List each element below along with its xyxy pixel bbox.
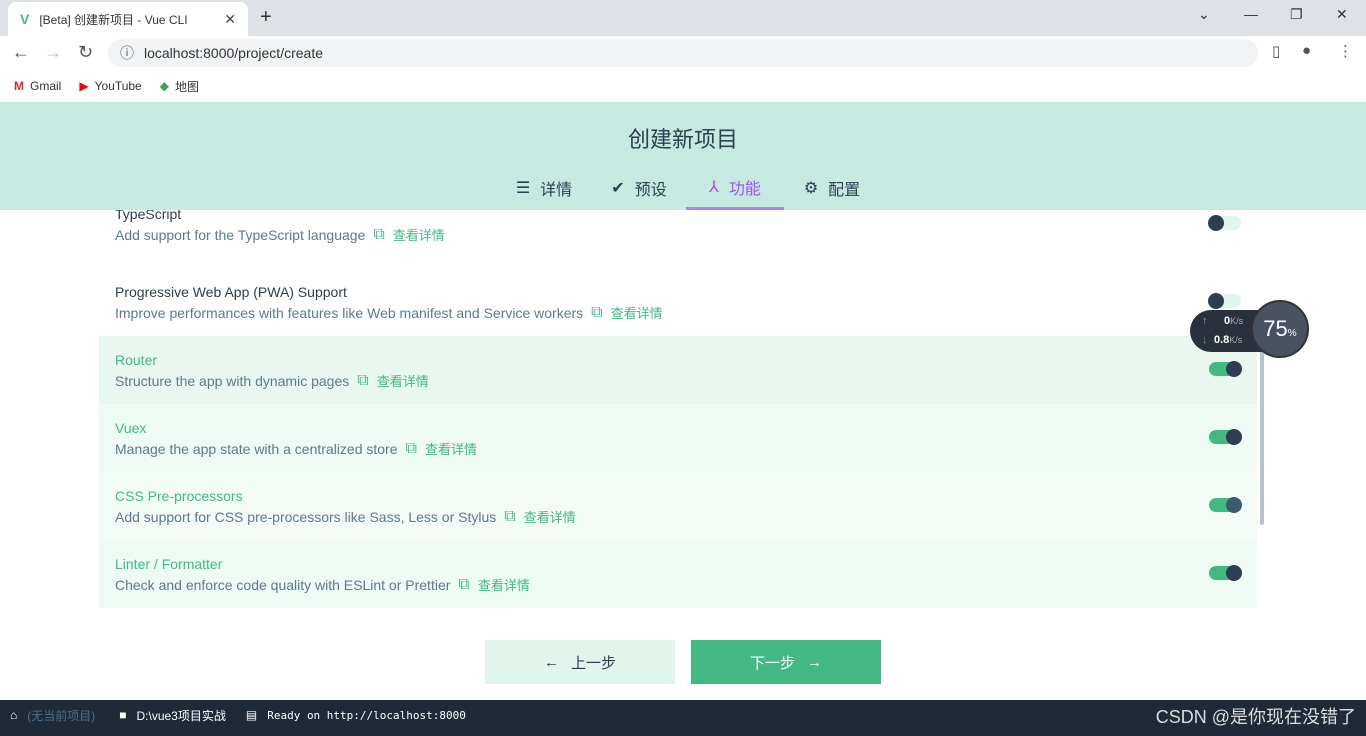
feature-desc: Add support for the TypeScript language [115, 226, 366, 243]
bookmark-gmail[interactable]: M Gmail [14, 79, 61, 93]
profile-icon[interactable]: ● [1302, 42, 1311, 59]
feature-desc: Improve performances with features like … [115, 304, 584, 321]
feature-desc: Structure the app with dynamic pages [115, 372, 350, 389]
feature-toggle[interactable] [1208, 215, 1241, 231]
watermark: CSDN @是你现在没错了 [1155, 707, 1356, 727]
feature-desc: Manage the app state with a centralized … [115, 440, 398, 457]
tab-config[interactable]: ⚙ 配置 [784, 166, 880, 210]
log-message[interactable]: Ready on http://localhost:8000 [267, 709, 466, 722]
next-button[interactable]: 下一步 → [691, 640, 881, 684]
browser-tab-bar: V [Beta] 创建新项目 - Vue CLI ✕ + ⌄ — ❐ ✕ [0, 0, 1366, 36]
youtube-icon: ▶ [79, 79, 89, 93]
forward-icon[interactable]: → [44, 42, 62, 63]
feature-title: Router [115, 352, 158, 368]
browser-toolbar: ← → ↻ ⓘ localhost:8000/project/create ▯ … [0, 36, 1366, 70]
tab-details[interactable]: ☰ 详情 [496, 166, 592, 210]
feature-pwa[interactable]: Progressive Web App (PWA) Support Improv… [99, 268, 1257, 336]
gear-icon: ⚙ [803, 180, 819, 197]
feature-vuex[interactable]: Vuex Manage the app state with a central… [99, 404, 1257, 472]
menu-icon[interactable]: ⋮ [1338, 42, 1353, 60]
cpu-gauge[interactable]: 75% [1251, 300, 1309, 358]
tab-presets[interactable]: ✔ 预设 [592, 166, 686, 210]
current-project[interactable]: (无当前项目) [27, 707, 95, 724]
feature-toggle[interactable] [1209, 565, 1242, 581]
feature-title: CSS Pre-processors [115, 488, 243, 504]
taskbar [0, 730, 1366, 736]
current-folder[interactable]: D:\vue3项目实战 [137, 707, 226, 724]
feature-title: Linter / Formatter [115, 556, 223, 572]
fork-icon: ⅄ [709, 178, 719, 196]
bookmark-maps[interactable]: ◆ 地图 [160, 78, 199, 95]
feature-typescript[interactable]: TypeScript Add support for the TypeScrip… [99, 210, 1257, 258]
feature-toggle[interactable] [1209, 361, 1242, 377]
more-info-link[interactable]: 查看详情 [377, 371, 429, 390]
external-link-icon[interactable]: ⧉ [406, 440, 417, 458]
page-title: 创建新项目 [627, 127, 738, 152]
feature-list: TypeScript Add support for the TypeScrip… [0, 210, 1366, 620]
close-window-icon[interactable]: ✕ [1336, 6, 1348, 23]
sidebar-icon[interactable]: ▯ [1272, 42, 1280, 60]
feature-desc: Add support for CSS pre-processors like … [115, 508, 497, 525]
maps-icon: ◆ [159, 79, 169, 93]
more-info-link[interactable]: 查看详情 [478, 575, 530, 594]
tab-features[interactable]: ⅄ 功能 [686, 166, 784, 210]
close-tab-icon[interactable]: ✕ [224, 11, 236, 28]
feature-desc: Check and enforce code quality with ESLi… [115, 576, 451, 593]
external-link-icon[interactable]: ⧉ [504, 508, 515, 526]
more-info-link[interactable]: 查看详情 [524, 507, 576, 526]
feature-toggle[interactable] [1209, 429, 1242, 445]
menu-lines-icon: ☰ [515, 180, 531, 197]
info-icon: ⓘ [120, 45, 134, 61]
back-icon[interactable]: ← [12, 42, 30, 63]
scrollbar[interactable] [1260, 340, 1264, 525]
tab-title: [Beta] 创建新项目 - Vue CLI [39, 12, 188, 27]
check-circle-icon: ✔ [611, 180, 625, 197]
step-tabs: ☰ 详情 ✔ 预设 ⅄ 功能 ⚙ 配置 [496, 166, 880, 210]
home-icon[interactable]: ⌂ [10, 708, 17, 722]
more-info-link[interactable]: 查看详情 [393, 225, 445, 244]
arrow-left-icon: ← [543, 653, 559, 671]
feature-router[interactable]: Router Structure the app with dynamic pa… [99, 336, 1257, 404]
feature-css-preprocessors[interactable]: CSS Pre-processors Add support for CSS p… [99, 472, 1257, 540]
address-bar[interactable]: ⓘ localhost:8000/project/create [108, 39, 1258, 67]
tab-search-icon[interactable]: ⌄ [1198, 6, 1210, 23]
feature-toggle[interactable] [1208, 293, 1241, 309]
new-tab-icon[interactable]: + [260, 6, 272, 29]
external-link-icon[interactable]: ⧉ [373, 226, 384, 244]
feature-toggle[interactable] [1209, 497, 1242, 513]
browser-tab[interactable]: V [Beta] 创建新项目 - Vue CLI ✕ [8, 2, 248, 36]
external-link-icon[interactable]: ⧉ [591, 304, 602, 322]
status-bar: ⌂ (无当前项目) ■ D:\vue3项目实战 ▤ Ready on http:… [0, 700, 1366, 730]
external-link-icon[interactable]: ⧉ [357, 372, 368, 390]
external-link-icon[interactable]: ⧉ [458, 576, 469, 594]
url-text: localhost:8000/project/create [144, 45, 323, 61]
arrow-right-icon: → [807, 653, 822, 671]
feature-linter[interactable]: Linter / Formatter Check and enforce cod… [99, 540, 1257, 608]
feature-title: Vuex [115, 420, 147, 436]
bookmark-youtube[interactable]: ▶ YouTube [79, 79, 141, 93]
feature-title: Progressive Web App (PWA) Support [115, 284, 347, 300]
bookmarks-bar: M Gmail ▶ YouTube ◆ 地图 [0, 70, 1366, 102]
page-header: 创建新项目 ☰ 详情 ✔ 预设 ⅄ 功能 ⚙ 配置 [0, 102, 1366, 210]
more-info-link[interactable]: 查看详情 [425, 439, 477, 458]
folder-icon: ■ [119, 708, 127, 722]
more-info-link[interactable]: 查看详情 [611, 303, 663, 322]
minimize-icon[interactable]: — [1244, 6, 1258, 22]
restore-icon[interactable]: ❐ [1290, 6, 1303, 23]
gmail-icon: M [14, 79, 24, 93]
feature-title: TypeScript [115, 210, 182, 222]
reload-icon[interactable]: ↻ [78, 42, 93, 63]
prev-button[interactable]: ← 上一步 [485, 640, 675, 684]
log-icon[interactable]: ▤ [246, 708, 257, 722]
vue-logo-icon: V [20, 11, 30, 27]
